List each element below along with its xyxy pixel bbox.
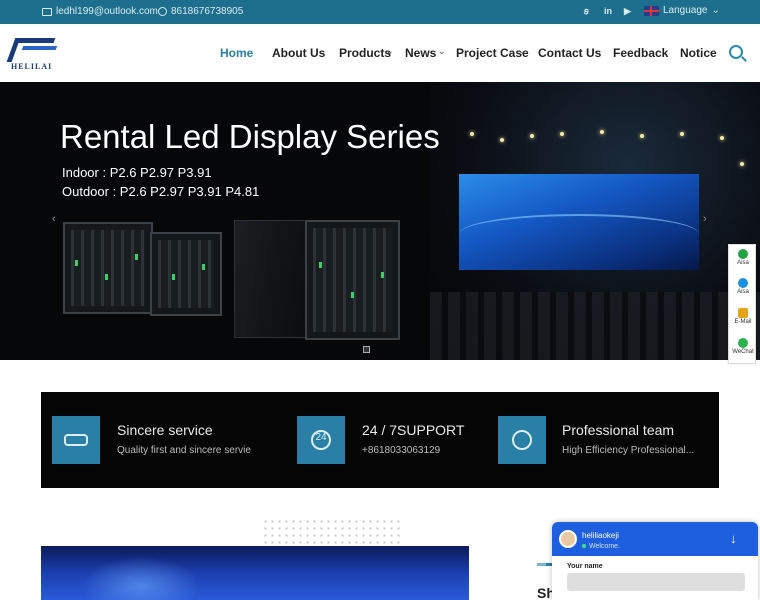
section-accent-bar	[537, 563, 546, 566]
skype-icon	[738, 278, 748, 288]
atom-icon	[498, 416, 546, 464]
auditorium-seats	[430, 292, 760, 360]
about-image	[41, 546, 469, 600]
email-text[interactable]: ledhl199@outlook.com	[56, 6, 158, 17]
side-whatsapp-label: Aisa	[737, 260, 749, 266]
stage-light	[720, 136, 724, 140]
side-wechat-label: WeChat	[732, 349, 754, 355]
phone-contact[interactable]: 8618676738905	[158, 6, 243, 17]
minimize-icon[interactable]: ↓	[730, 531, 737, 546]
whatsapp-icon	[738, 249, 748, 259]
stage-light	[500, 138, 504, 142]
led-cabinet	[63, 222, 153, 314]
side-contact-bar: Aisa Aisa E-Mail WeChat	[728, 244, 756, 364]
hero-indoor-line: Indoor : P2.6 P2.97 P3.91	[62, 165, 212, 180]
features-strip: Sincere service Quality first and sincer…	[41, 392, 719, 488]
side-whatsapp[interactable]: Aisa	[729, 249, 757, 266]
nav-notice[interactable]: Notice	[680, 46, 717, 60]
hero-banner[interactable]: Rental Led Display Series Indoor : P2.6 …	[0, 82, 760, 360]
nav-news[interactable]: News	[405, 46, 436, 60]
hero-title: Rental Led Display Series	[60, 118, 440, 155]
nav-home[interactable]: Home	[220, 46, 253, 60]
carousel-prev-button[interactable]: ‹	[52, 213, 56, 225]
stage-light	[530, 134, 534, 138]
nav-project-case[interactable]: Project Case	[456, 46, 529, 60]
carousel-next-button[interactable]: ›	[703, 213, 707, 225]
chevron-down-icon[interactable]: ⌄	[438, 46, 446, 57]
feature-subtitle: Quality first and sincere servie	[117, 445, 251, 456]
stage-light	[470, 132, 474, 136]
site-logo[interactable]: HELILAI	[6, 34, 59, 72]
linkedin-icon[interactable]: in	[604, 6, 612, 16]
email-icon	[42, 7, 52, 16]
main-nav: HELILAI Home About Us Products ⌄ News ⌄ …	[0, 24, 760, 82]
uk-flag-icon	[644, 5, 659, 16]
feature-subtitle: +8618033063129	[362, 445, 441, 456]
wechat-icon	[738, 338, 748, 348]
carousel-indicator[interactable]	[363, 346, 370, 353]
side-skype-label: Aisa	[737, 289, 749, 295]
language-label: Language	[663, 5, 708, 16]
chat-widget[interactable]: heliliaokeji Welcome. ↓ Your name	[552, 522, 758, 600]
email-contact[interactable]: ledhl199@outlook.com	[42, 6, 158, 17]
chevron-down-icon[interactable]: ⌄	[519, 46, 527, 57]
nav-feedback[interactable]: Feedback	[613, 46, 668, 60]
chat-status: Welcome.	[582, 543, 620, 550]
logo-mark-accent	[18, 46, 58, 58]
email-icon	[738, 308, 748, 318]
stage-light	[560, 132, 564, 136]
name-input[interactable]	[567, 573, 745, 591]
name-field-label: Your name	[567, 563, 603, 570]
side-wechat[interactable]: WeChat	[729, 338, 757, 355]
whatsapp-icon	[158, 7, 167, 16]
feature-title: Sincere service	[117, 422, 213, 438]
stage-light	[740, 162, 744, 166]
nav-products[interactable]: Products	[339, 46, 391, 60]
feature-title: 24 / 7SUPPORT	[362, 422, 465, 438]
logo-text: HELILAI	[11, 62, 53, 71]
hero-outdoor-line: Outdoor : P2.6 P2.97 P3.91 P4.81	[62, 184, 260, 199]
nav-about-us[interactable]: About Us	[272, 46, 325, 60]
phone-text[interactable]: 8618676738905	[171, 6, 243, 17]
clock-24-text: 24	[315, 432, 327, 443]
clock-24-icon: 24	[297, 416, 345, 464]
feature-title: Professional team	[562, 422, 675, 438]
stage-light	[640, 134, 644, 138]
language-selector[interactable]: Language ⌄	[644, 5, 720, 16]
stage-light	[680, 132, 684, 136]
chevron-down-icon[interactable]: ⌄	[386, 46, 394, 57]
side-skype[interactable]: Aisa	[729, 278, 757, 295]
stage-light	[600, 130, 604, 134]
led-cabinet	[305, 220, 400, 340]
decorative-dots	[262, 518, 402, 544]
led-panel-front	[234, 220, 306, 338]
chat-agent-name: heliliaokeji	[582, 531, 619, 540]
handshake-icon	[52, 416, 100, 464]
chat-header[interactable]: heliliaokeji Welcome. ↓	[552, 522, 758, 556]
feature-subtitle: High Efficiency Professional...	[562, 445, 695, 456]
led-cabinet	[150, 232, 222, 316]
nav-contact-us[interactable]: Contact Us	[538, 46, 601, 60]
led-screen-image	[459, 174, 699, 270]
top-bar: ledhl199@outlook.com 8618676738905 ꞩ in …	[0, 0, 760, 24]
chevron-down-icon: ⌄	[711, 5, 720, 16]
side-email[interactable]: E-Mail	[729, 308, 757, 325]
avatar	[559, 530, 577, 548]
search-icon[interactable]	[729, 45, 743, 59]
youtube-icon[interactable]: ▶	[624, 6, 631, 17]
skype-icon[interactable]: ꞩ	[584, 6, 589, 17]
side-email-label: E-Mail	[734, 319, 752, 325]
